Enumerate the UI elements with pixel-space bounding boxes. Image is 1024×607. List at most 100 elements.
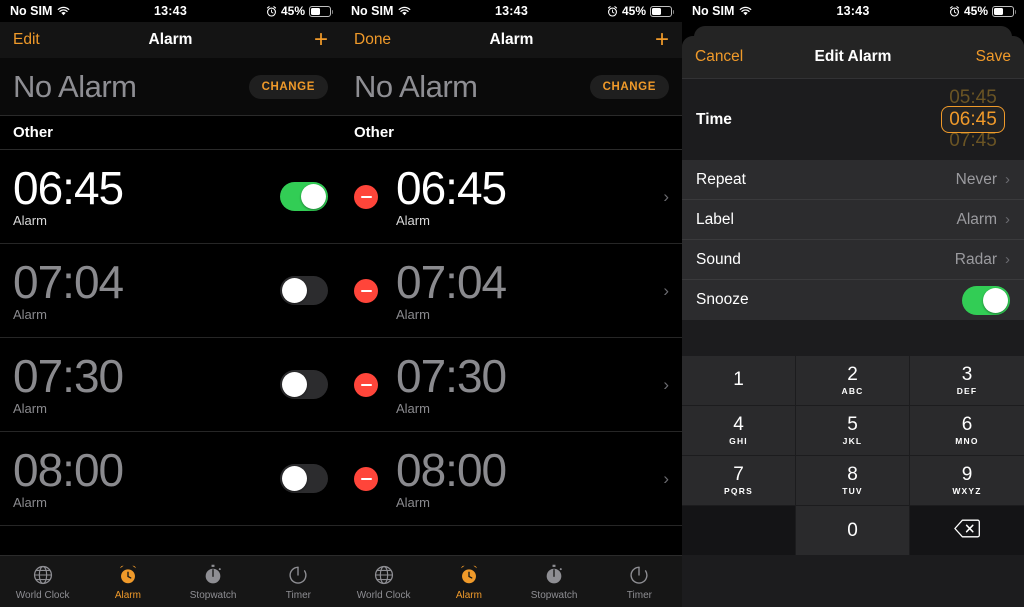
key-backspace[interactable] bbox=[910, 506, 1024, 556]
status-right: 45% bbox=[266, 4, 333, 18]
edit-alarm-sheet: Cancel Edit Alarm Save Time 05:45 06:45 … bbox=[682, 36, 1024, 607]
key-9[interactable]: 9 WXYZ bbox=[910, 456, 1024, 506]
alarm-time: 07:04 bbox=[13, 255, 124, 308]
tab-alarm[interactable]: Alarm bbox=[426, 563, 511, 601]
alarm-toggle[interactable] bbox=[280, 182, 328, 211]
key-7[interactable]: 7 PQRS bbox=[682, 456, 796, 506]
key-number: 6 bbox=[961, 414, 973, 436]
tab-world-clock[interactable]: World Clock bbox=[0, 563, 85, 601]
nav-bar: Edit Alarm + bbox=[0, 22, 341, 58]
key-8[interactable]: 8 TUV bbox=[796, 456, 910, 506]
alarm-row[interactable]: 07:04 Alarm bbox=[0, 244, 341, 338]
tab-stopwatch[interactable]: Stopwatch bbox=[512, 563, 597, 601]
key-0[interactable]: 0 bbox=[796, 506, 910, 556]
table-row[interactable]: 08:00 Alarm › bbox=[341, 432, 682, 526]
setting-row-repeat[interactable]: Repeat Never › bbox=[682, 160, 1024, 200]
alarm-clock-icon bbox=[117, 563, 139, 587]
key-letters: ABC bbox=[841, 385, 864, 396]
delete-icon[interactable] bbox=[354, 372, 378, 397]
key-1[interactable]: 1 bbox=[682, 356, 796, 406]
alarm-list: 06:45 Alarm › 07:04 Alarm › 07:30 Alarm bbox=[341, 150, 682, 526]
sheet-spacer bbox=[682, 320, 1024, 356]
key-letters: DEF bbox=[956, 385, 978, 396]
tab-timer[interactable]: Timer bbox=[256, 563, 341, 601]
key-number: 0 bbox=[847, 519, 858, 541]
setting-row-snooze[interactable]: Snooze bbox=[682, 280, 1024, 320]
alarm-toggle[interactable] bbox=[280, 464, 328, 493]
tab-alarm[interactable]: Alarm bbox=[85, 563, 170, 601]
key-letters: MNO bbox=[955, 435, 979, 446]
change-button[interactable]: CHANGE bbox=[248, 74, 328, 99]
alarm-row[interactable]: 06:45 Alarm bbox=[0, 150, 341, 244]
setting-row-sound[interactable]: Sound Radar › bbox=[682, 240, 1024, 280]
stopwatch-icon bbox=[543, 563, 565, 587]
alarm-info: 07:30 Alarm bbox=[396, 349, 663, 417]
backspace-icon bbox=[954, 519, 980, 543]
key-6[interactable]: 6 MNO bbox=[910, 406, 1024, 456]
alarm-row[interactable]: 08:00 Alarm bbox=[0, 432, 341, 526]
save-button[interactable]: Save bbox=[976, 48, 1011, 66]
setting-label: Snooze bbox=[696, 291, 749, 308]
chevron-right-icon: › bbox=[1005, 171, 1010, 188]
tab-stopwatch[interactable]: Stopwatch bbox=[171, 563, 256, 601]
nav-bar: Done Alarm + bbox=[341, 22, 682, 58]
key-5[interactable]: 5 JKL bbox=[796, 406, 910, 456]
alarm-info: 06:45 Alarm bbox=[396, 164, 663, 229]
chevron-right-icon[interactable]: › bbox=[663, 281, 669, 301]
alarm-toggle[interactable] bbox=[280, 276, 328, 305]
alarm-time: 07:30 bbox=[396, 349, 507, 402]
tab-timer[interactable]: Timer bbox=[597, 563, 682, 601]
chevron-right-icon[interactable]: › bbox=[663, 187, 669, 207]
delete-icon[interactable] bbox=[354, 278, 378, 303]
alarm-label: Alarm bbox=[13, 213, 47, 229]
chevron-right-icon[interactable]: › bbox=[663, 375, 669, 395]
alarm-info: 07:04 Alarm bbox=[396, 255, 663, 322]
alarm-time: 07:04 bbox=[396, 255, 507, 308]
battery-icon bbox=[992, 5, 1016, 17]
tab-world-clock[interactable]: World Clock bbox=[341, 563, 426, 601]
key-number: 8 bbox=[847, 464, 858, 486]
alarm-time: 08:00 bbox=[13, 443, 124, 496]
change-button[interactable]: CHANGE bbox=[589, 74, 669, 99]
cancel-button[interactable]: Cancel bbox=[695, 48, 743, 66]
no-alarm-text: No Alarm bbox=[13, 68, 137, 104]
tab-label: Alarm bbox=[114, 589, 141, 601]
battery-percent-label: 45% bbox=[621, 4, 646, 18]
tab-label: Alarm bbox=[455, 589, 482, 601]
alarm-time: 07:30 bbox=[13, 349, 124, 402]
key-4[interactable]: 4 GHI bbox=[682, 406, 796, 456]
setting-row-label[interactable]: Label Alarm › bbox=[682, 200, 1024, 240]
plus-icon[interactable]: + bbox=[314, 28, 328, 52]
chevron-right-icon[interactable]: › bbox=[663, 469, 669, 489]
setting-label: Label bbox=[696, 210, 734, 228]
no-alarm-banner: No Alarm CHANGE bbox=[0, 58, 341, 116]
key-number: 1 bbox=[733, 369, 744, 391]
alarm-row[interactable]: 07:30 Alarm bbox=[0, 338, 341, 432]
time-picker-ghost-below: 07:45 bbox=[949, 131, 997, 151]
delete-icon[interactable] bbox=[354, 184, 378, 209]
snooze-toggle[interactable] bbox=[962, 285, 1010, 315]
table-row[interactable]: 07:04 Alarm › bbox=[341, 244, 682, 338]
tab-bar: World Clock Alarm Stopwatch Timer bbox=[0, 555, 341, 607]
tab-label: World Clock bbox=[356, 589, 411, 601]
globe-icon bbox=[32, 563, 54, 587]
time-picker[interactable]: 05:45 06:45 07:45 bbox=[936, 86, 1010, 154]
table-row[interactable]: 07:30 Alarm › bbox=[341, 338, 682, 432]
alarm-label: Alarm bbox=[396, 401, 430, 417]
alarm-label: Alarm bbox=[396, 213, 430, 229]
alarm-toggle[interactable] bbox=[280, 370, 328, 399]
plus-icon[interactable]: + bbox=[655, 28, 669, 52]
delete-icon[interactable] bbox=[354, 466, 378, 491]
time-picker-ghost-above: 05:45 bbox=[949, 88, 997, 108]
key-number: 3 bbox=[961, 364, 973, 386]
key-3[interactable]: 3 DEF bbox=[910, 356, 1024, 406]
time-picker-value[interactable]: 06:45 bbox=[941, 106, 1005, 133]
alarm-info: 07:30 Alarm bbox=[13, 349, 280, 416]
tab-label: Stopwatch bbox=[189, 589, 237, 601]
key-2[interactable]: 2 ABC bbox=[796, 356, 910, 406]
stopwatch-icon bbox=[202, 563, 224, 587]
chevron-right-icon: › bbox=[1005, 211, 1010, 228]
status-right: 45% bbox=[949, 4, 1016, 18]
time-row: Time 05:45 06:45 07:45 bbox=[682, 79, 1024, 160]
table-row[interactable]: 06:45 Alarm › bbox=[341, 150, 682, 244]
